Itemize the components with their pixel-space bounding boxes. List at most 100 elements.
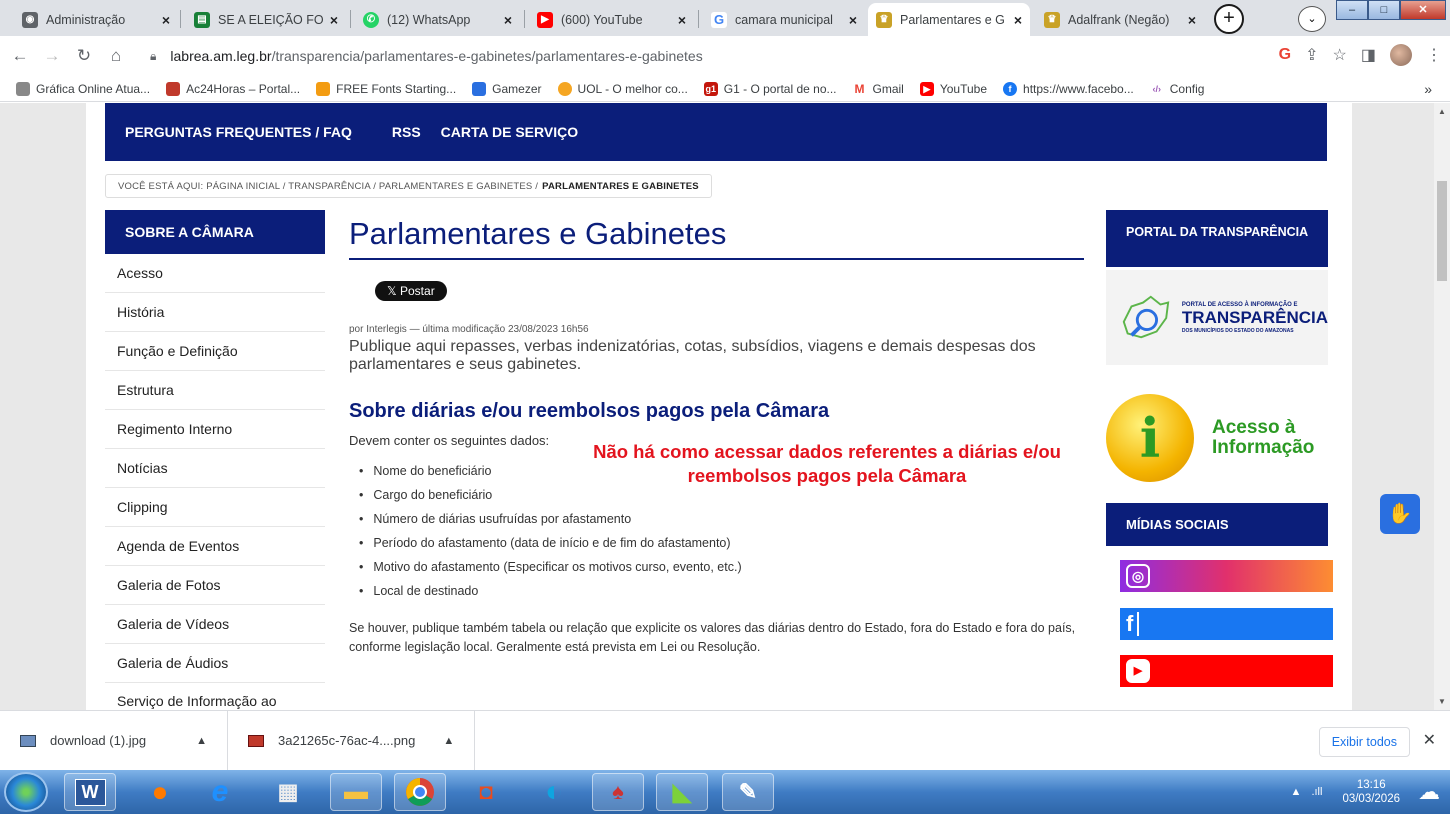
download-item[interactable]: 3a21265c-76ac-4....png ▲	[228, 710, 476, 771]
overlay-annotation: Não há como acessar dados referentes a d…	[593, 441, 1061, 486]
breadcrumb-trail[interactable]: VOCÊ ESTÁ AQUI: PÁGINA INICIAL / TRANSPA…	[118, 181, 538, 192]
sidebar-item-historia[interactable]: História	[105, 293, 325, 332]
close-tab-icon[interactable]: ×	[330, 12, 338, 28]
crest-icon: ♛	[1044, 11, 1060, 28]
chevron-up-icon[interactable]: ▲	[443, 735, 454, 747]
youtube-link[interactable]: ▶	[1120, 655, 1333, 687]
scroll-up-icon[interactable]: ▲	[1434, 107, 1450, 116]
bookmark-item[interactable]: ‹/› Config	[1149, 81, 1204, 96]
scroll-down-icon[interactable]: ▼	[1434, 697, 1450, 706]
close-tab-icon[interactable]: ×	[1188, 12, 1196, 28]
solitaire-icon[interactable]: ♠	[592, 773, 644, 811]
nav-carta-servico-link[interactable]: CARTA DE SERVIÇO	[441, 124, 578, 140]
facebook-icon: f	[1126, 611, 1134, 636]
download-item[interactable]: download (1).jpg ▲	[0, 710, 229, 771]
menu-kebab-icon[interactable]: ⋮	[1426, 45, 1442, 65]
tab-youtube[interactable]: ▶ (600) YouTube ×	[529, 3, 694, 36]
tab-whatsapp[interactable]: ✆ (12) WhatsApp ×	[355, 3, 520, 36]
chrome-icon[interactable]	[394, 773, 446, 811]
paint-icon[interactable]: ✎	[722, 773, 774, 811]
show-all-downloads-button[interactable]: Exibir todos	[1318, 727, 1410, 757]
bookmark-item[interactable]: UOL - O melhor co...	[557, 81, 688, 96]
back-icon[interactable]: ←	[8, 46, 32, 66]
bookmark-item[interactable]: Ac24Horas – Portal...	[166, 81, 300, 96]
reload-icon[interactable]: ↻	[72, 46, 96, 66]
sidebar-item-videos[interactable]: Galeria de Vídeos	[105, 605, 325, 644]
office-icon[interactable]: ◘	[460, 773, 512, 811]
close-window-button[interactable]: ✕	[1400, 0, 1446, 20]
google-lens-icon[interactable]: G	[1279, 46, 1291, 64]
sidebar-item-audios[interactable]: Galeria de Áudios	[105, 644, 325, 683]
breadcrumb: VOCÊ ESTÁ AQUI: PÁGINA INICIAL / TRANSPA…	[105, 174, 712, 198]
profile-avatar[interactable]	[1390, 44, 1412, 66]
close-tab-icon[interactable]: ×	[1014, 12, 1022, 28]
bookmark-item[interactable]: Gamezer	[472, 81, 542, 96]
start-button[interactable]	[4, 772, 48, 812]
side-panel-icon[interactable]: ◨	[1361, 45, 1376, 65]
minimize-button[interactable]: –	[1336, 0, 1368, 20]
word-icon[interactable]: W	[64, 773, 116, 811]
bookmark-item[interactable]: FREE Fonts Starting...	[316, 81, 456, 96]
share-icon[interactable]: ⇪	[1305, 45, 1318, 65]
sign-language-icon[interactable]: ✋	[1380, 494, 1420, 534]
tab-administracao[interactable]: ◉ Administração ×	[14, 3, 178, 36]
tab-eleicao[interactable]: ▤ SE A ELEIÇÃO FOS ×	[186, 3, 346, 36]
chevron-up-icon[interactable]: ▲	[196, 735, 207, 747]
bookmarks-overflow-icon[interactable]: »	[1424, 81, 1432, 97]
network-signal-icon[interactable]: .ıll	[1311, 786, 1322, 798]
sidebar-item-acesso[interactable]: Acesso	[105, 254, 325, 293]
bookmark-item[interactable]: M Gmail	[852, 81, 904, 96]
close-tab-icon[interactable]: ×	[162, 12, 170, 28]
bookmark-label: Gráfica Online Atua...	[36, 81, 151, 96]
sidebar-item-fotos[interactable]: Galeria de Fotos	[105, 566, 325, 605]
tab-search-icon[interactable]: ⌄	[1298, 6, 1326, 32]
tab-adalfrank[interactable]: ♛ Adalfrank (Negão) ×	[1036, 3, 1204, 36]
calculator-icon[interactable]: ▦	[262, 773, 314, 811]
facebook-link[interactable]: f	[1120, 608, 1333, 640]
portal-transparencia-title[interactable]: PORTAL DA TRANSPARÊNCIA	[1106, 210, 1328, 267]
nav-faq-link[interactable]: PERGUNTAS FREQUENTES / FAQ	[125, 124, 352, 140]
close-tab-icon[interactable]: ×	[504, 12, 512, 28]
bookmark-item[interactable]: Gráfica Online Atua...	[16, 81, 151, 96]
bookmark-item[interactable]: g1 G1 - O portal de no...	[703, 81, 837, 96]
bookmark-favicon-icon	[166, 81, 181, 96]
tab-title: Adalfrank (Negão)	[1068, 12, 1170, 27]
new-tab-button[interactable]: +	[1214, 4, 1244, 34]
lock-icon[interactable]: 🔒︎	[150, 49, 156, 64]
clock[interactable]: 13:16 03/03/2026	[1342, 778, 1400, 806]
tab-google-search[interactable]: G camara municipal ×	[703, 3, 865, 36]
action-center-icon[interactable]: ☁	[1418, 779, 1440, 805]
sidebar-item-clipping[interactable]: Clipping	[105, 488, 325, 527]
bookmark-item[interactable]: ▶ YouTube	[919, 81, 987, 96]
sidebar-item-noticias[interactable]: Notícias	[105, 449, 325, 488]
firefox-icon[interactable]: ●	[134, 773, 186, 811]
sidebar-item-agenda[interactable]: Agenda de Eventos	[105, 527, 325, 566]
close-tab-icon[interactable]: ×	[849, 12, 857, 28]
file-explorer-icon[interactable]: ▬	[330, 773, 382, 811]
info-icon: i	[1106, 393, 1194, 482]
bookmark-star-icon[interactable]: ☆	[1333, 45, 1347, 65]
bookmark-item[interactable]: f https://www.facebo...	[1003, 81, 1134, 96]
instagram-link[interactable]: ◎	[1120, 560, 1333, 592]
vertical-scrollbar[interactable]: ▲ ▼	[1434, 103, 1450, 710]
tray-expand-icon[interactable]: ▲	[1291, 786, 1302, 798]
close-tab-icon[interactable]: ×	[678, 12, 686, 28]
scrollbar-thumb[interactable]	[1437, 181, 1447, 281]
nav-rss-link[interactable]: RSS	[392, 124, 421, 140]
address-bar[interactable]: 🔒︎ labrea.am.leg.br/transparencia/parlam…	[150, 42, 1290, 70]
close-icon[interactable]: ✕	[1423, 730, 1436, 750]
internet-explorer-icon[interactable]: e	[194, 773, 246, 811]
portal-transparencia-banner[interactable]: PORTAL DE ACESSO À INFORMAÇÃO E TRANSPAR…	[1106, 270, 1328, 365]
sidebar-item-estrutura[interactable]: Estrutura	[105, 371, 325, 410]
sidebar-item-sic[interactable]: Serviço de Informação ao	[105, 683, 325, 710]
x-post-button[interactable]: 𝕏 Postar	[375, 281, 447, 301]
acesso-informacao-banner[interactable]: i Acesso à Informação	[1106, 390, 1328, 485]
maximize-button[interactable]: □	[1368, 0, 1400, 20]
sidebar-item-funcao[interactable]: Função e Definição	[105, 332, 325, 371]
corel-icon[interactable]: ◣	[656, 773, 708, 811]
edge-icon[interactable]: ◐	[528, 773, 580, 811]
forward-icon[interactable]: →	[40, 46, 64, 66]
home-icon[interactable]: ⌂	[104, 46, 128, 66]
tab-parlamentares-active[interactable]: ♛ Parlamentares e G ×	[868, 3, 1030, 36]
sidebar-item-regimento[interactable]: Regimento Interno	[105, 410, 325, 449]
